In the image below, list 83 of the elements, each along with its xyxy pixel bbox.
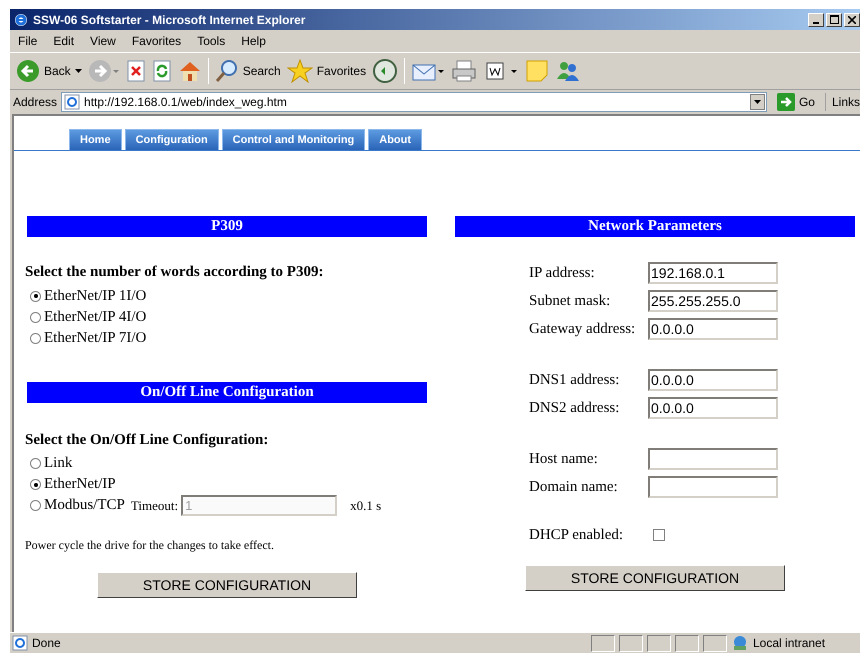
text-field[interactable]: 0.0.0.0 — [648, 318, 778, 340]
field-label: Subnet mask: — [529, 292, 612, 311]
store-configuration-button[interactable]: STORE CONFIGURATION — [525, 565, 785, 591]
option-label: EtherNet/IP 7I/O — [44, 328, 146, 348]
text-field[interactable]: 0.0.0.0 — [648, 397, 778, 419]
printer-icon[interactable] — [451, 59, 478, 83]
option-label: EtherNet/IP 1I/O — [44, 286, 146, 306]
text-field[interactable]: 255.255.255.0 — [648, 290, 778, 312]
refresh-icon[interactable] — [152, 59, 172, 83]
back-button[interactable]: Back — [16, 59, 82, 83]
radio-button[interactable] — [30, 458, 41, 469]
status-pane — [619, 634, 643, 652]
field-label: Gateway address: — [529, 320, 636, 339]
close-icon — [848, 16, 856, 24]
menu-item[interactable]: Favorites — [124, 32, 190, 50]
field-label: DNS1 address: — [529, 370, 620, 390]
field-label: DHCP enabled: — [529, 526, 624, 545]
home-icon[interactable] — [178, 59, 202, 83]
status-text: Done — [32, 635, 62, 652]
page-icon — [12, 635, 28, 651]
window-title: SSW-06 Softstarter - Microsoft Internet Explorer — [33, 12, 306, 28]
text-field[interactable]: 0.0.0.0 — [648, 369, 778, 391]
search-button[interactable]: Search — [214, 59, 281, 83]
stop-icon[interactable] — [126, 59, 146, 83]
store-configuration-button[interactable]: STORE CONFIGURATION — [97, 572, 357, 598]
section-header: Network Parameters — [455, 216, 855, 237]
unit-label: x0.1 s — [350, 496, 382, 515]
star-icon — [286, 59, 313, 83]
radio-button[interactable] — [30, 500, 41, 511]
menu-item[interactable]: File — [10, 32, 46, 50]
zone-text: Local intranet — [753, 635, 826, 652]
status-pane — [703, 634, 727, 652]
nav-tab[interactable]: Home — [69, 129, 122, 150]
address-field[interactable]: http://192.168.0.1/web/index_weg.htm — [61, 92, 767, 112]
people-icon[interactable] — [555, 59, 582, 83]
prompt-text: Select the number of words according to P309: — [25, 263, 324, 282]
maximize-button[interactable] — [826, 12, 842, 26]
prompt-text: Select the On/Off Line Configuration: — [25, 430, 270, 450]
radio-button[interactable] — [30, 479, 41, 490]
option-label: EtherNet/IP 4I/O — [44, 308, 146, 327]
nav-tab[interactable]: Configuration — [124, 129, 219, 150]
links-button[interactable]: Links — [824, 93, 860, 111]
caret-icon — [74, 69, 82, 73]
address-label: Address — [13, 94, 58, 111]
field-label: Timeout: — [130, 496, 178, 515]
media-icon[interactable] — [372, 58, 398, 84]
menu-item[interactable]: Help — [233, 32, 274, 50]
status-pane — [675, 634, 699, 652]
maximize-icon — [830, 15, 838, 24]
section-header: P309 — [27, 216, 427, 237]
menu-item[interactable]: Edit — [45, 32, 82, 50]
status-pane — [591, 634, 615, 652]
page-icon — [64, 94, 80, 110]
text-field[interactable]: 192.168.0.1 — [648, 262, 778, 284]
option-label: EtherNet/IP — [44, 475, 116, 494]
option-label: Link — [44, 454, 72, 474]
option-label: Modbus/TCP — [44, 496, 125, 516]
field-label: Domain name: — [529, 478, 619, 497]
close-button[interactable] — [844, 12, 860, 26]
nav-tab[interactable]: About — [368, 129, 422, 150]
radio-button[interactable] — [30, 290, 41, 302]
favorites-button[interactable]: Favorites — [286, 59, 366, 83]
url-text: http://192.168.0.1/web/index_weg.htm — [84, 94, 287, 111]
network-icon — [731, 635, 749, 651]
section-header: On/Off Line Configuration — [27, 382, 427, 402]
text-field[interactable] — [648, 448, 778, 470]
search-icon — [214, 59, 239, 83]
field-label: Host name: — [529, 450, 599, 469]
go-button[interactable]: Go — [770, 93, 821, 111]
radio-button[interactable] — [30, 332, 41, 344]
dhcp-checkbox[interactable] — [653, 529, 665, 541]
radio-button[interactable] — [30, 312, 41, 322]
status-pane — [647, 634, 671, 652]
field-label: IP address: — [529, 264, 596, 283]
menu-item[interactable]: View — [82, 32, 124, 50]
menu-item[interactable]: Tools — [189, 32, 234, 50]
field-label: DNS2 address: — [529, 398, 620, 418]
minimize-button[interactable] — [808, 12, 824, 26]
minimize-icon — [813, 22, 819, 24]
browser-icon — [13, 12, 29, 28]
text-field[interactable] — [648, 476, 778, 498]
nav-tab[interactable]: Control and Monitoring — [222, 129, 366, 150]
note-text: Power cycle the drive for the changes to take effect. — [25, 537, 275, 554]
